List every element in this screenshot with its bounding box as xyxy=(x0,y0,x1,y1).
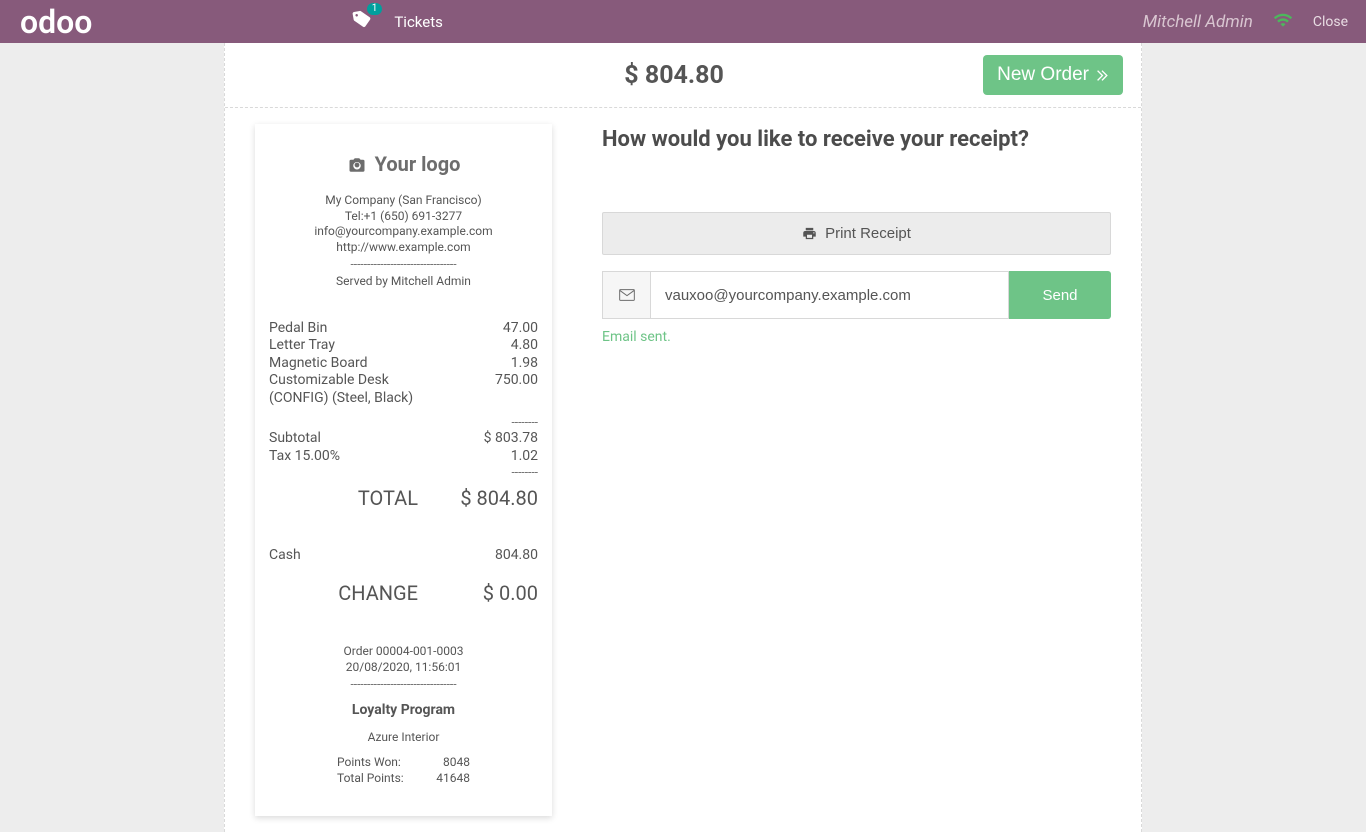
payment-line: Cash 804.80 xyxy=(269,547,538,565)
points-won-value: 8048 xyxy=(443,755,470,771)
loyalty-points-won: Points Won: 8048 xyxy=(269,755,538,771)
line-item: Magnetic Board 1.98 xyxy=(269,355,538,373)
total-line: TOTAL $ 804.80 xyxy=(269,486,538,511)
line-item: Letter Tray 4.80 xyxy=(269,337,538,355)
item-name: Letter Tray xyxy=(269,337,468,355)
new-order-label: New Order xyxy=(997,64,1089,86)
separator: -------- xyxy=(269,465,538,480)
footer-block: Order 00004-001-0003 20/08/2020, 11:56:0… xyxy=(269,644,538,786)
loyalty-partner: Azure Interior xyxy=(269,730,538,746)
item-price: 47.00 xyxy=(468,320,538,338)
item-name: Magnetic Board xyxy=(269,355,468,373)
separator: -------------------------------- xyxy=(269,257,538,272)
app-logo: odoo xyxy=(20,6,92,38)
item-price: 750.00 xyxy=(468,372,538,407)
payment-method: Cash xyxy=(269,547,468,565)
company-email: info@yourcompany.example.com xyxy=(269,224,538,240)
camera-icon xyxy=(347,156,367,174)
subtotal-line: Subtotal $ 803.78 xyxy=(269,430,538,448)
item-price: 4.80 xyxy=(468,337,538,355)
change-line: CHANGE $ 0.00 xyxy=(269,581,538,606)
email-input[interactable] xyxy=(650,271,1009,319)
company-tel: Tel:+1 (650) 691-3277 xyxy=(269,209,538,225)
receipt-question: How would you like to receive your recei… xyxy=(602,127,1111,152)
printer-icon xyxy=(802,226,817,241)
envelope-icon xyxy=(619,288,635,302)
item-name: Pedal Bin xyxy=(269,320,468,338)
totals-block: -------- Subtotal $ 803.78 Tax 15.00% 1.… xyxy=(269,415,538,511)
item-name: Customizable Desk (CONFIG) (Steel, Black… xyxy=(269,372,429,407)
total-label: TOTAL xyxy=(269,486,458,511)
loyalty-total-points: Total Points: 41648 xyxy=(269,771,538,787)
app-header: odoo 1 Tickets Mitchell Admin Close xyxy=(0,0,1366,43)
points-won-label: Points Won: xyxy=(337,755,401,771)
company-website: http://www.example.com xyxy=(269,240,538,256)
line-item: Pedal Bin 47.00 xyxy=(269,320,538,338)
print-receipt-label: Print Receipt xyxy=(825,225,911,242)
order-datetime: 20/08/2020, 11:56:01 xyxy=(269,660,538,676)
top-bar: $ 804.80 New Order xyxy=(225,43,1141,108)
total-points-value: 41648 xyxy=(436,771,470,787)
order-reference: Order 00004-001-0003 xyxy=(269,644,538,660)
total-value: $ 804.80 xyxy=(458,486,538,511)
line-item: Customizable Desk (CONFIG) (Steel, Black… xyxy=(269,372,538,407)
email-icon-box xyxy=(602,271,650,319)
wifi-icon xyxy=(1273,10,1293,34)
tax-line: Tax 15.00% 1.02 xyxy=(269,448,538,466)
header-center: 1 Tickets xyxy=(352,9,1142,34)
user-name[interactable]: Mitchell Admin xyxy=(1143,12,1253,32)
logo-placeholder-text: Your logo xyxy=(375,152,461,177)
tickets-icon[interactable]: 1 xyxy=(352,9,372,34)
payment-value: 804.80 xyxy=(468,547,538,565)
email-row: Send xyxy=(602,271,1111,319)
content-area: $ 804.80 New Order Your logo My Company … xyxy=(224,43,1142,832)
served-by: Served by Mitchell Admin xyxy=(269,274,538,290)
chevron-double-right-icon xyxy=(1094,68,1109,83)
send-button[interactable]: Send xyxy=(1009,271,1111,319)
new-order-button[interactable]: New Order xyxy=(983,55,1123,95)
line-items: Pedal Bin 47.00 Letter Tray 4.80 Magneti… xyxy=(269,320,538,408)
company-name: My Company (San Francisco) xyxy=(269,193,538,209)
total-points-label: Total Points: xyxy=(337,771,404,787)
subtotal-value: $ 803.78 xyxy=(468,430,538,448)
receipt-logo-placeholder: Your logo xyxy=(269,148,538,193)
item-price: 1.98 xyxy=(468,355,538,373)
tickets-count-badge: 1 xyxy=(367,3,383,15)
separator: -------------------------------- xyxy=(269,677,538,692)
tickets-label[interactable]: Tickets xyxy=(394,13,443,31)
separator: -------- xyxy=(269,415,538,430)
close-button[interactable]: Close xyxy=(1313,14,1348,30)
print-receipt-button[interactable]: Print Receipt xyxy=(602,212,1111,255)
tax-label: Tax 15.00% xyxy=(269,448,468,466)
body-grid: Your logo My Company (San Francisco) Tel… xyxy=(225,108,1141,832)
order-total: $ 804.80 xyxy=(484,61,724,90)
email-status: Email sent. xyxy=(602,329,1111,345)
change-value: $ 0.00 xyxy=(458,581,538,606)
receipt-preview: Your logo My Company (San Francisco) Tel… xyxy=(255,124,552,816)
header-right: Mitchell Admin Close xyxy=(1143,10,1348,34)
change-label: CHANGE xyxy=(269,581,458,606)
tax-value: 1.02 xyxy=(468,448,538,466)
payments-block: Cash 804.80 CHANGE $ 0.00 xyxy=(269,547,538,606)
right-column: How would you like to receive your recei… xyxy=(602,124,1111,816)
subtotal-label: Subtotal xyxy=(269,430,468,448)
loyalty-title: Loyalty Program xyxy=(269,702,538,720)
